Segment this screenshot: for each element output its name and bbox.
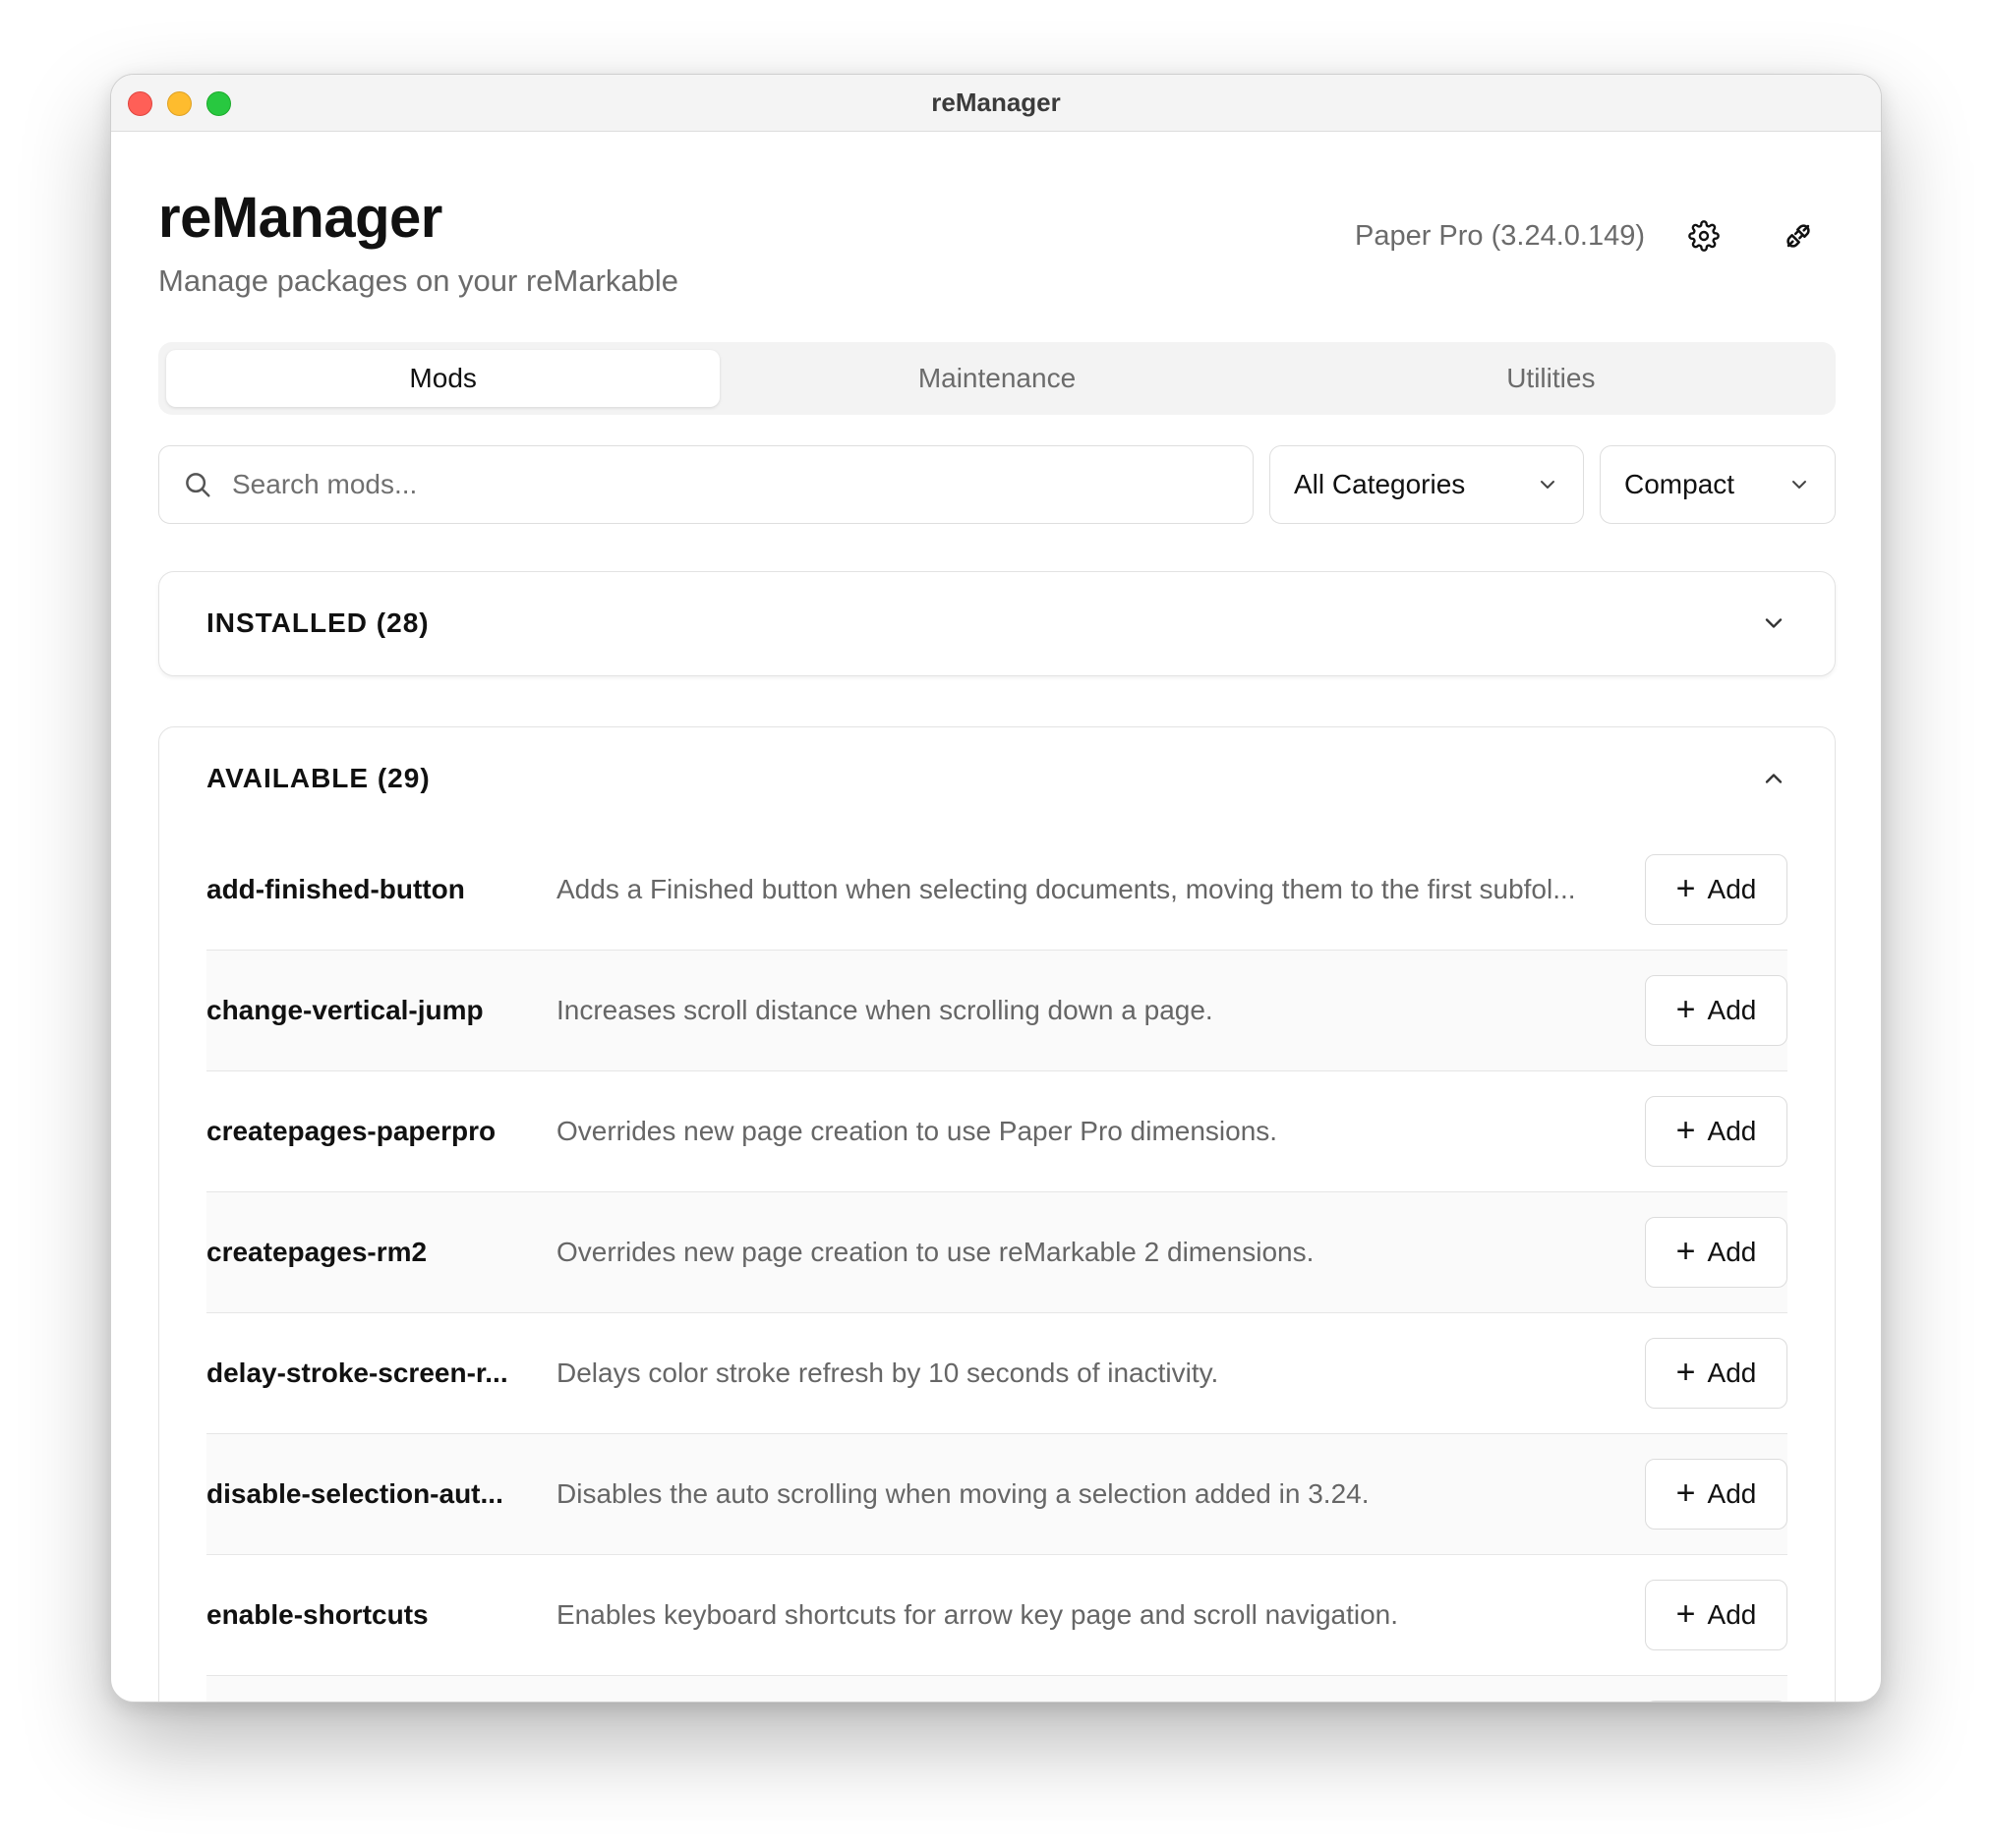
list-item: disable-selection-aut... Disables the au… (206, 1434, 1787, 1555)
search-input[interactable] (232, 469, 1117, 500)
settings-button[interactable] (1682, 214, 1726, 258)
zoom-window-button[interactable] (206, 91, 231, 116)
view-mode-select-value: Compact (1624, 469, 1735, 499)
add-mod-button[interactable]: + Add (1645, 1217, 1787, 1288)
app-subtitle: Manage packages on your reMarkable (158, 263, 679, 298)
app-title: reManager (158, 186, 442, 250)
plus-icon: + (1675, 1594, 1696, 1633)
add-mod-button[interactable]: + Add (1645, 1459, 1787, 1530)
available-section-title: AVAILABLE (29) (206, 763, 431, 793)
mod-name: change-vertical-jump (206, 995, 484, 1025)
view-mode-select[interactable]: Compact (1600, 445, 1836, 524)
add-button-label: Add (1707, 874, 1757, 904)
chevron-up-icon (1765, 774, 1783, 783)
mod-name: createpages-paperpro (206, 1116, 497, 1146)
mod-description: Delays color stroke refresh by 10 second… (556, 1357, 1219, 1388)
installed-section-title: INSTALLED (28) (206, 607, 430, 638)
add-button-label: Add (1707, 1357, 1757, 1388)
add-mod-button[interactable]: + Add (1645, 1580, 1787, 1650)
window-controls (128, 91, 231, 116)
add-mod-button[interactable]: + Add (1645, 1338, 1787, 1409)
mod-name: disable-selection-aut... (206, 1478, 503, 1509)
titlebar: reManager (111, 75, 1881, 132)
search-icon (186, 473, 210, 497)
minimize-window-button[interactable] (167, 91, 192, 116)
mod-name: add-finished-button (206, 874, 465, 904)
tab-mods[interactable]: Mods (166, 350, 721, 407)
add-button-label: Add (1707, 1116, 1757, 1146)
plus-icon: + (1675, 1353, 1696, 1391)
close-window-button[interactable] (128, 91, 152, 116)
add-button-label: Add (1707, 1237, 1757, 1267)
installed-section: INSTALLED (28) (158, 571, 1836, 676)
list-item: createpages-paperpro Overrides new page … (206, 1071, 1787, 1192)
list-item: delay-stroke-screen-r... Delays color st… (206, 1313, 1787, 1434)
list-item-partial (206, 1676, 1787, 1702)
gear-icon (1688, 220, 1720, 252)
mod-description: Overrides new page creation to use reMar… (556, 1237, 1315, 1267)
mod-description: Adds a Finished button when selecting do… (556, 874, 1576, 904)
mod-description: Disables the auto scrolling when moving … (556, 1478, 1370, 1509)
mod-description: Enables keyboard shortcuts for arrow key… (556, 1599, 1399, 1630)
mod-name: delay-stroke-screen-r... (206, 1357, 508, 1388)
available-mods-list: add-finished-button Adds a Finished butt… (159, 830, 1835, 1702)
category-select-value: All Categories (1294, 469, 1466, 499)
chevron-down-icon (1765, 618, 1783, 628)
main-tabs: Mods Maintenance Utilities (158, 342, 1836, 415)
mod-name: createpages-rm2 (206, 1237, 428, 1267)
tab-maintenance[interactable]: Maintenance (720, 350, 1273, 407)
list-item: enable-shortcuts Enables keyboard shortc… (206, 1555, 1787, 1676)
installed-section-header[interactable]: INSTALLED (28) (159, 572, 1835, 674)
add-mod-button[interactable]: + Add (1645, 854, 1787, 925)
device-info: Paper Pro (3.24.0.149) (1354, 220, 1645, 252)
plug-icon (1786, 224, 1810, 248)
plus-icon: + (1675, 1111, 1696, 1149)
tab-utilities[interactable]: Utilities (1274, 350, 1828, 407)
add-button-label: Add (1707, 995, 1757, 1025)
available-section-header[interactable]: AVAILABLE (29) (159, 727, 1835, 830)
connection-button[interactable] (1777, 214, 1820, 258)
add-mod-button[interactable] (1645, 1701, 1787, 1702)
app-header: reManager Manage packages on your reMark… (111, 132, 1881, 343)
window-title: reManager (931, 87, 1061, 117)
mod-name: enable-shortcuts (206, 1599, 429, 1630)
plus-icon: + (1675, 869, 1696, 907)
plus-icon: + (1675, 990, 1696, 1028)
chevron-down-icon (1792, 481, 1806, 489)
mod-description: Overrides new page creation to use Paper… (556, 1116, 1278, 1146)
chevron-down-icon (1541, 481, 1554, 489)
available-section: AVAILABLE (29) add-finished-button Adds … (158, 726, 1836, 1702)
add-button-label: Add (1707, 1478, 1757, 1509)
add-button-label: Add (1707, 1599, 1757, 1630)
search-box (158, 445, 1254, 524)
plus-icon: + (1675, 1232, 1696, 1270)
list-item: change-vertical-jump Increases scroll di… (206, 951, 1787, 1071)
add-mod-button[interactable]: + Add (1645, 1096, 1787, 1167)
plus-icon: + (1675, 1473, 1696, 1512)
mod-description: Increases scroll distance when scrolling… (556, 995, 1213, 1025)
list-item: add-finished-button Adds a Finished butt… (206, 830, 1787, 951)
app-window: reManager reManager Manage packages on y… (110, 74, 1882, 1703)
add-mod-button[interactable]: + Add (1645, 975, 1787, 1046)
category-select[interactable]: All Categories (1269, 445, 1584, 524)
list-item: createpages-rm2 Overrides new page creat… (206, 1192, 1787, 1313)
